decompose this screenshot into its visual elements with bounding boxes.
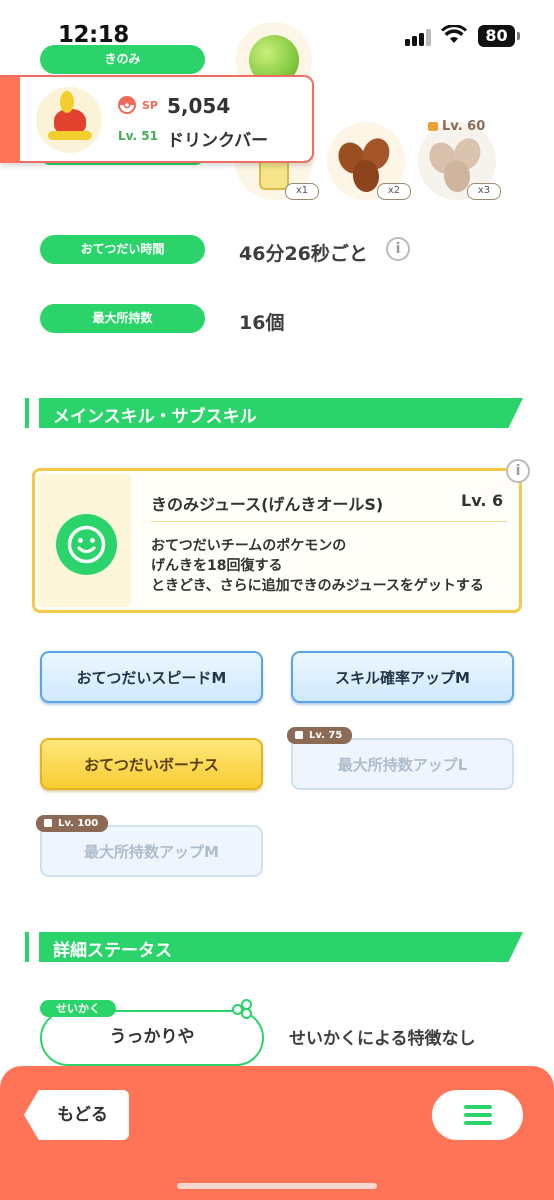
nature-tag: せいかく: [40, 1000, 116, 1017]
detail-section-title: 詳細ステータス: [53, 941, 172, 961]
subskill-inventory-m[interactable]: 最大所持数アップM: [40, 825, 263, 877]
subskill-lock-tag-75: Lv. 75: [287, 727, 353, 744]
sp-value: 5,054: [167, 94, 231, 118]
pokemon-card[interactable]: SP 5,054 Lv. 51 ドリンクバー: [0, 75, 314, 163]
max-carry-value: 16個: [239, 312, 285, 334]
ingredient-count-1: x1: [285, 183, 319, 200]
pokemon-level: Lv. 51: [118, 129, 158, 143]
wifi-icon: [441, 25, 467, 43]
clover-icon: [229, 997, 255, 1021]
subskill-help-bonus[interactable]: おてつだいボーナス: [40, 738, 263, 790]
battery-icon: 80: [478, 25, 520, 47]
subskill-help-speed[interactable]: おてつだいスピードM: [40, 651, 263, 703]
smile-icon: [56, 514, 117, 575]
main-skill-info-icon[interactable]: i: [506, 459, 530, 483]
ingredient-lock-label: Lv. 60: [428, 119, 485, 134]
home-indicator: [177, 1183, 377, 1189]
back-button[interactable]: もどる: [24, 1090, 129, 1140]
sp-label: SP: [142, 99, 158, 112]
main-skill-level: Lv. 6: [461, 491, 504, 510]
skill-desc-line-1: おてつだいチームのポケモンの: [151, 538, 347, 554]
subskill-skill-chance[interactable]: スキル確率アップM: [291, 651, 514, 703]
skill-desc-line-2: げんきを18回復する: [151, 558, 283, 574]
skill-section-title: メインスキル・サブスキル: [53, 407, 257, 427]
help-time-info-icon[interactable]: i: [386, 237, 410, 261]
lock-icon: [44, 819, 52, 827]
subskill-inventory-l[interactable]: 最大所持数アップL: [291, 738, 514, 790]
signal-icon: [405, 28, 433, 46]
subskill-lock-tag-100: Lv. 100: [36, 815, 109, 832]
detail-section-header: 詳細ステータス: [25, 932, 523, 962]
skill-divider: [151, 521, 507, 522]
menu-button[interactable]: [432, 1090, 523, 1140]
pokeball-icon: [118, 96, 136, 114]
skill-icon-panel: [38, 474, 131, 607]
ingredient-count-3: x3: [467, 183, 501, 200]
menu-icon: [464, 1105, 492, 1125]
lock-icon: [428, 122, 438, 131]
help-time-label: おてつだい時間: [40, 235, 205, 264]
max-carry-label: 最大所持数: [40, 304, 205, 333]
pokemon-name: ドリンクバー: [167, 131, 269, 151]
help-time-value: 46分26秒ごと: [239, 243, 368, 265]
ingredient-count-2: x2: [377, 183, 411, 200]
pokemon-avatar: [36, 87, 102, 153]
nature-description: せいかくによる特徴なし: [289, 1029, 476, 1049]
main-skill-name: きのみジュース(げんきオールS): [151, 495, 384, 514]
skill-desc-line-3: ときどき、さらに追加できのみジュースをゲットする: [151, 578, 484, 594]
main-skill-card[interactable]: きのみジュース(げんきオールS) Lv. 6 おてつだいチームのポケモンの げん…: [32, 468, 522, 613]
skill-section-header: メインスキル・サブスキル: [25, 398, 523, 428]
lock-icon: [295, 731, 303, 739]
card-accent: [0, 77, 20, 163]
berry-pill: きのみ: [40, 45, 205, 74]
